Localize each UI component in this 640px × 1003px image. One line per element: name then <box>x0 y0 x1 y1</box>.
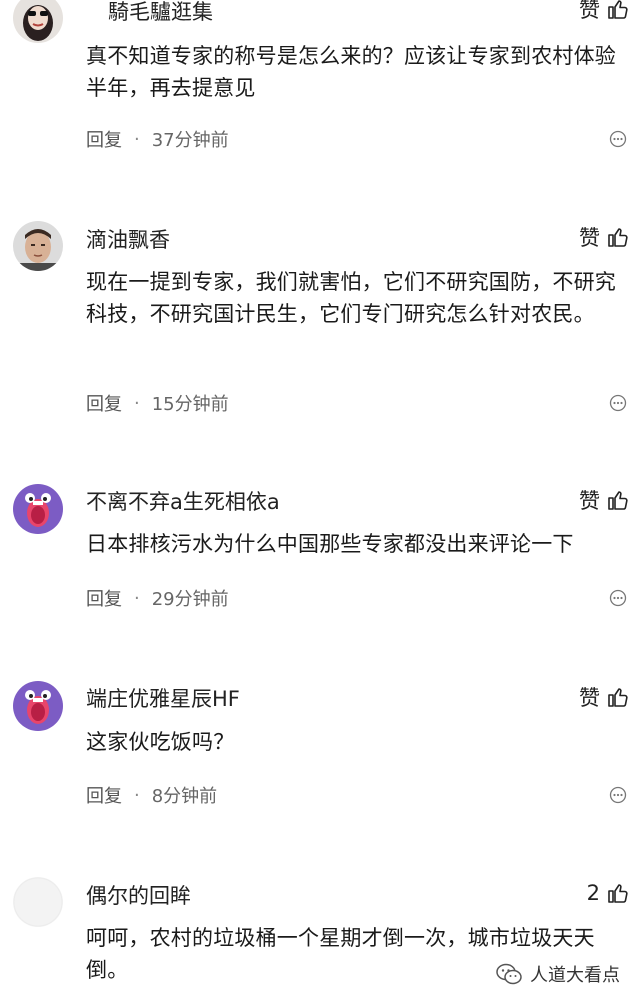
like-label: 赞 <box>579 686 600 710</box>
like-button[interactable]: 赞 <box>579 682 630 712</box>
separator-dot: · <box>134 587 140 609</box>
like-label: 赞 <box>579 0 600 22</box>
watermark-text: 人道大看点 <box>530 965 620 986</box>
username[interactable]: 騎毛驢逛集 <box>108 0 213 26</box>
avatar[interactable] <box>13 221 63 271</box>
timestamp: 8分钟前 <box>151 786 218 807</box>
like-button[interactable]: 2 <box>587 878 630 908</box>
comment-text: 真不知道专家的称号是怎么来的？应该让专家到农村体验半年，再去提意见 <box>86 44 616 100</box>
comment-text: 这家伙吃饭吗？ <box>86 730 235 754</box>
like-button[interactable]: 赞 <box>579 0 630 24</box>
reply-button[interactable]: 回复 <box>86 782 122 808</box>
comment-meta: 回复 · 15分钟前 <box>86 390 229 416</box>
more-icon[interactable] <box>608 588 628 608</box>
more-icon[interactable] <box>608 129 628 149</box>
username[interactable]: 不离不弃a生死相依a <box>86 486 280 516</box>
reply-button[interactable]: 回复 <box>86 585 122 611</box>
comment-meta: 回复 · 29分钟前 <box>86 585 229 611</box>
username[interactable]: 偶尔的回眸 <box>86 880 191 910</box>
like-button[interactable]: 赞 <box>579 222 630 252</box>
timestamp: 37分钟前 <box>151 130 229 151</box>
timestamp: 29分钟前 <box>151 589 229 610</box>
avatar[interactable] <box>13 0 63 43</box>
reply-button[interactable]: 回复 <box>86 390 122 416</box>
username[interactable]: 滴油飘香 <box>86 224 170 254</box>
separator-dot: · <box>134 392 140 414</box>
separator-dot: · <box>134 784 140 806</box>
more-icon[interactable] <box>608 393 628 413</box>
comment-meta: 回复 · 37分钟前 <box>86 126 229 152</box>
wechat-icon <box>496 963 522 985</box>
like-button[interactable]: 赞 <box>579 485 630 515</box>
thumbs-up-icon <box>608 228 628 247</box>
watermark: 人道大看点 <box>490 957 626 991</box>
avatar[interactable] <box>13 681 63 731</box>
comment-text: 日本排核污水为什么中国那些专家都没出来评论一下 <box>86 532 574 556</box>
thumbs-up-icon <box>608 688 628 707</box>
avatar[interactable] <box>13 484 63 534</box>
thumbs-up-icon <box>608 491 628 510</box>
reply-button[interactable]: 回复 <box>86 126 122 152</box>
like-label: 赞 <box>579 226 600 250</box>
thumbs-up-icon <box>608 0 628 19</box>
avatar[interactable] <box>13 877 63 927</box>
like-count: 2 <box>586 881 600 905</box>
separator-dot: · <box>134 128 140 150</box>
username[interactable]: 端庄优雅星辰HF <box>86 683 240 713</box>
thumbs-up-icon <box>608 884 628 903</box>
timestamp: 15分钟前 <box>151 394 229 415</box>
comment-text: 现在一提到专家，我们就害怕，它们不研究国防，不研究科技，不研究国计民生，它们专门… <box>86 270 616 326</box>
like-label: 赞 <box>579 489 600 513</box>
comment-meta: 回复 · 8分钟前 <box>86 782 217 808</box>
more-icon[interactable] <box>608 785 628 805</box>
